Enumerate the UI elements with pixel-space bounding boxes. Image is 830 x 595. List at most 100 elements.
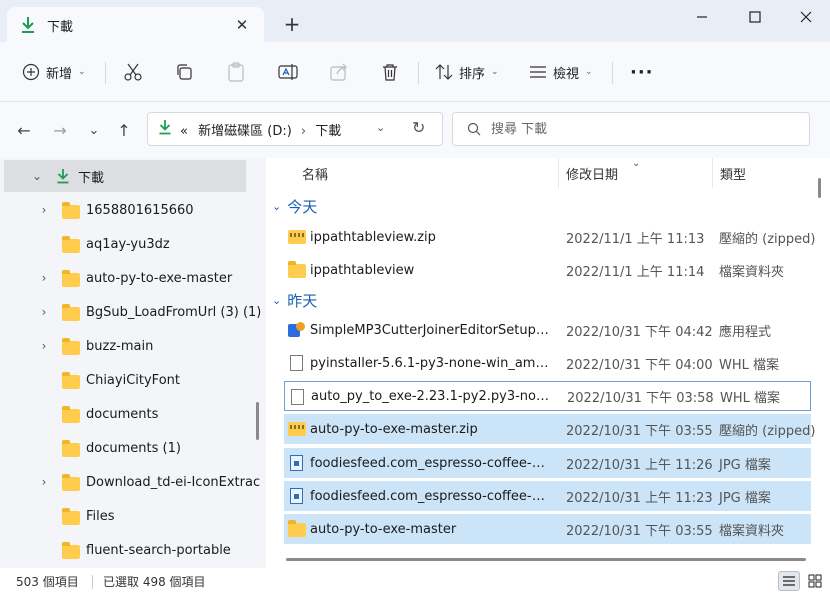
- file-name: ippathtableview.zip: [310, 229, 436, 245]
- file-type: 應用程式: [719, 324, 772, 340]
- sidebar-item[interactable]: ChiayiCityFont: [0, 364, 246, 396]
- file-type: 壓縮的 (zipped): [719, 423, 816, 439]
- tiles-view-icon: [808, 574, 822, 588]
- sidebar-item[interactable]: documents (1): [0, 432, 246, 464]
- tab-close-icon[interactable]: ✕: [232, 15, 252, 35]
- file-name: foodiesfeed.com_espresso-coffee-on-...: [310, 488, 550, 504]
- minimize-button[interactable]: [684, 5, 720, 29]
- group-label: 今天: [287, 197, 318, 216]
- close-window-button[interactable]: [788, 5, 824, 29]
- folder-icon: [62, 542, 80, 559]
- file-date: 2022/10/31 下午 03:55: [566, 523, 713, 539]
- download-icon: [56, 168, 74, 184]
- add-circle-icon: [22, 63, 40, 81]
- toolbar-divider: [612, 62, 613, 84]
- horizontal-scrollbar[interactable]: [286, 558, 806, 561]
- file-name: SimpleMP3CutterJoinerEditorSetup.exe: [310, 322, 550, 338]
- file-row[interactable]: foodiesfeed.com_espresso-coffee-on-... 20…: [284, 448, 811, 478]
- refresh-icon[interactable]: ↻: [412, 118, 425, 137]
- sidebar-item-downloads[interactable]: ⌄ 下載: [4, 160, 246, 192]
- chevron-down-icon: ⌄: [78, 67, 86, 77]
- tab-downloads[interactable]: 下載 ✕: [7, 7, 264, 43]
- search-input[interactable]: [491, 121, 791, 137]
- command-bar: 新增 ⌄ 排序 ⌄ 檢視 ⌄ ···: [0, 42, 830, 102]
- sidebar-item[interactable]: Files: [0, 500, 246, 532]
- file-row[interactable]: auto-py-to-exe-master.zip 2022/10/31 下午 0…: [284, 414, 815, 444]
- search-box[interactable]: [452, 112, 810, 146]
- sidebar-item[interactable]: › Download_td-ei-IconExtrac: [0, 466, 260, 498]
- chevron-right-icon[interactable]: ›: [37, 203, 51, 217]
- vertical-scrollbar[interactable]: [818, 178, 821, 198]
- maximize-button[interactable]: [737, 5, 773, 29]
- new-button[interactable]: 新增 ⌄: [22, 56, 86, 88]
- chevron-down-icon: ⌄: [585, 67, 593, 77]
- breadcrumb: « 新增磁碟區 (D:) › 下載: [180, 120, 341, 139]
- sidebar-item[interactable]: aq1ay-yu3dz: [0, 228, 246, 260]
- chevron-down-icon[interactable]: ⌄: [272, 200, 281, 213]
- sidebar-item[interactable]: › buzz-main: [0, 330, 246, 362]
- file-row[interactable]: auto_py_to_exe-2.23.1-py2.py3-none-... 20…: [284, 381, 811, 411]
- back-button[interactable]: ←: [12, 118, 36, 142]
- breadcrumb-folder[interactable]: 下載: [315, 124, 341, 139]
- chevron-right-icon[interactable]: ›: [37, 339, 51, 353]
- chevron-right-icon[interactable]: ›: [37, 271, 51, 285]
- share-button[interactable]: [330, 56, 348, 88]
- column-divider[interactable]: [558, 158, 559, 188]
- breadcrumb-overflow[interactable]: «: [180, 124, 188, 139]
- forward-button[interactable]: →: [48, 118, 72, 142]
- file-type: JPG 檔案: [719, 490, 771, 506]
- address-bar[interactable]: « 新增磁碟區 (D:) › 下載 ⌄ ↻: [147, 112, 443, 146]
- new-tab-button[interactable]: +: [280, 12, 304, 36]
- chevron-right-icon[interactable]: ›: [37, 305, 51, 319]
- close-icon: [800, 11, 812, 23]
- chevron-down-icon[interactable]: ⌄: [30, 169, 44, 183]
- sidebar-item[interactable]: fluent-search-portable: [0, 534, 246, 566]
- up-button[interactable]: ↑: [112, 118, 136, 142]
- file-row[interactable]: ippathtableview 2022/11/1 上午 11:14 檔案資料夾: [284, 255, 811, 285]
- minimize-icon: [697, 16, 707, 18]
- image-icon: [288, 455, 306, 471]
- sidebar-item[interactable]: › 1658801615660: [0, 194, 246, 226]
- chevron-right-icon[interactable]: ›: [37, 475, 51, 489]
- sidebar-item[interactable]: › auto-py-to-exe-master: [0, 262, 246, 294]
- column-header-type[interactable]: 類型: [720, 158, 746, 188]
- delete-button[interactable]: [381, 56, 399, 88]
- sidebar-item[interactable]: › BgSub_LoadFromUrl (3) (1): [0, 296, 261, 328]
- file-date: 2022/10/31 下午 03:55: [566, 423, 713, 439]
- address-dropdown-icon[interactable]: ⌄: [376, 121, 385, 134]
- breadcrumb-drive[interactable]: 新增磁碟區 (D:): [198, 124, 292, 139]
- zip-icon: [288, 421, 306, 437]
- sidebar-item[interactable]: documents: [0, 398, 246, 430]
- column-header-date[interactable]: 修改日期: [566, 158, 618, 188]
- sidebar-item-label: fluent-search-portable: [86, 542, 231, 558]
- cut-button[interactable]: [123, 56, 143, 88]
- file-row[interactable]: auto-py-to-exe-master 2022/10/31 下午 03:55…: [284, 514, 811, 544]
- file-type: 壓縮的 (zipped): [719, 231, 816, 247]
- details-view-button[interactable]: [778, 571, 800, 591]
- recent-locations-button[interactable]: ⌄: [82, 118, 106, 142]
- zip-icon: [288, 229, 306, 245]
- chevron-down-icon[interactable]: ⌄: [272, 294, 281, 307]
- group-label: 昨天: [287, 291, 318, 310]
- folder-icon: [62, 304, 80, 321]
- tiles-view-button[interactable]: [804, 571, 826, 591]
- sort-button[interactable]: 排序 ⌄: [435, 56, 499, 88]
- paste-button[interactable]: [227, 56, 245, 88]
- rename-button[interactable]: [278, 56, 298, 88]
- copy-button[interactable]: [175, 56, 193, 88]
- group-header[interactable]: ⌄ 今天: [272, 194, 317, 218]
- navigation-pane: ⌄ 下載 › 1658801615660 aq1ay-yu3dz › auto-py-t…: [0, 158, 266, 568]
- file-row[interactable]: pyinstaller-5.6.1-py3-none-win_amd6... 20…: [284, 348, 811, 378]
- file-date: 2022/10/31 下午 04:42: [566, 324, 713, 340]
- column-divider[interactable]: [712, 158, 713, 188]
- folder-icon: [62, 440, 80, 457]
- file-row[interactable]: SimpleMP3CutterJoinerEditorSetup.exe 2022…: [284, 315, 811, 345]
- more-options-button[interactable]: ···: [630, 56, 654, 88]
- column-header-name[interactable]: 名稱: [302, 158, 328, 188]
- group-header[interactable]: ⌄ 昨天: [272, 288, 317, 312]
- view-button[interactable]: 檢視 ⌄: [529, 56, 593, 88]
- sidebar-scrollbar[interactable]: [256, 402, 259, 440]
- folder-icon: [62, 270, 80, 287]
- file-row[interactable]: foodiesfeed.com_espresso-coffee-on-... 20…: [284, 481, 811, 511]
- file-row[interactable]: ippathtableview.zip 2022/11/1 上午 11:13 壓縮的…: [284, 222, 815, 252]
